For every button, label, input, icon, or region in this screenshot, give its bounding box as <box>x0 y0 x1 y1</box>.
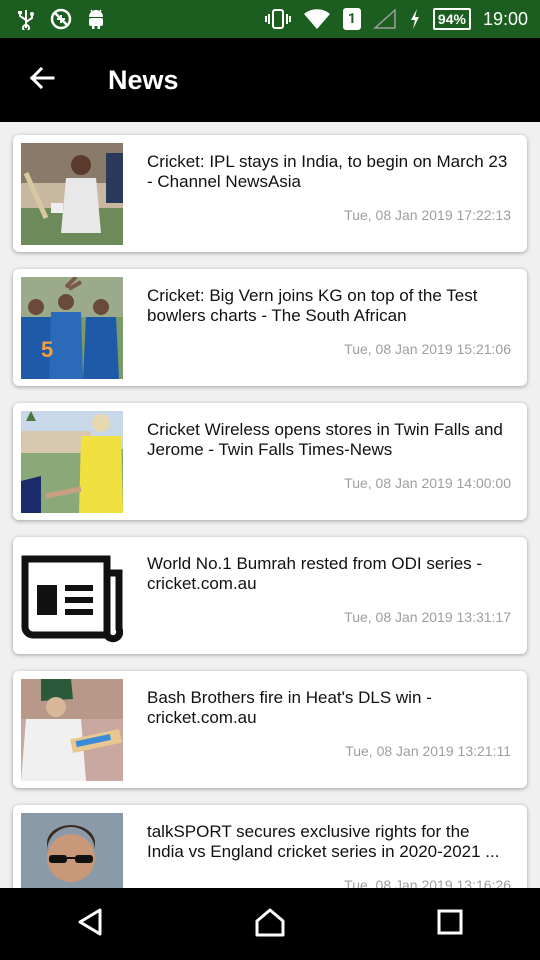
back-button[interactable] <box>0 38 84 122</box>
battery-level: 94% <box>437 11 466 27</box>
newspaper-icon <box>21 545 123 647</box>
screen: 1 94% 19:00 News Cricket: IPL stays in I… <box>0 0 540 960</box>
android-icon <box>86 8 106 30</box>
news-date: Tue, 08 Jan 2019 17:22:13 <box>344 207 511 223</box>
news-thumbnail-team-photo: 5 <box>21 277 123 379</box>
nav-back-button[interactable] <box>40 888 140 960</box>
news-card[interactable]: talkSPORT secures exclusive rights for t… <box>13 805 527 888</box>
news-date: Tue, 08 Jan 2019 15:21:06 <box>344 341 511 357</box>
back-triangle-icon <box>76 907 104 941</box>
page-title: News <box>108 64 179 95</box>
app-bar: News <box>0 38 540 122</box>
news-thumbnail-batsman-photo <box>21 679 123 781</box>
news-card[interactable]: Cricket Wireless opens stores in Twin Fa… <box>13 403 527 520</box>
news-thumbnail-portrait-photo <box>21 813 123 888</box>
news-title: talkSPORT secures exclusive rights for t… <box>147 822 500 861</box>
nav-recents-button[interactable] <box>400 888 500 960</box>
news-title: Cricket: Big Vern joins KG on top of the… <box>147 286 478 325</box>
home-icon <box>254 907 286 941</box>
vibrate-icon <box>264 8 291 30</box>
news-card[interactable]: 5 Cricket: Big Vern joins KG on top of t… <box>13 269 527 386</box>
news-date: Tue, 08 Jan 2019 13:21:11 <box>345 743 511 759</box>
charging-icon <box>409 8 421 30</box>
news-thumbnail-cricket-photo <box>21 143 123 245</box>
news-title: Cricket: IPL stays in India, to begin on… <box>147 152 508 191</box>
usb-icon <box>16 8 36 30</box>
nav-home-button[interactable] <box>220 888 320 960</box>
news-card[interactable]: Cricket: IPL stays in India, to begin on… <box>13 135 527 252</box>
navigation-bar <box>0 888 540 960</box>
sim-icon: 1 <box>342 8 361 30</box>
news-card[interactable]: Bash Brothers fire in Heat's DLS win - c… <box>13 671 527 788</box>
news-date: Tue, 08 Jan 2019 13:16:26 <box>344 877 511 888</box>
news-date: Tue, 08 Jan 2019 14:00:00 <box>344 475 511 491</box>
data-saver-icon <box>50 8 72 30</box>
news-thumbnail-handshake-photo <box>21 411 123 513</box>
status-time: 19:00 <box>482 8 528 29</box>
news-title: World No.1 Bumrah rested from ODI series… <box>147 554 483 593</box>
news-card[interactable]: World No.1 Bumrah rested from ODI series… <box>13 537 527 654</box>
battery-icon: 94% <box>432 8 471 30</box>
wifi-icon <box>303 8 331 30</box>
no-signal-icon <box>372 8 397 30</box>
news-list[interactable]: Cricket: IPL stays in India, to begin on… <box>0 122 540 888</box>
recents-square-icon <box>437 909 463 939</box>
news-title: Cricket Wireless opens stores in Twin Fa… <box>147 420 503 459</box>
arrow-back-icon <box>29 66 55 94</box>
sim-number: 1 <box>347 11 356 27</box>
svg-text:5: 5 <box>41 337 53 362</box>
news-title: Bash Brothers fire in Heat's DLS win - c… <box>147 688 432 727</box>
status-bar: 1 94% 19:00 <box>0 0 540 38</box>
news-date: Tue, 08 Jan 2019 13:31:17 <box>344 609 511 625</box>
